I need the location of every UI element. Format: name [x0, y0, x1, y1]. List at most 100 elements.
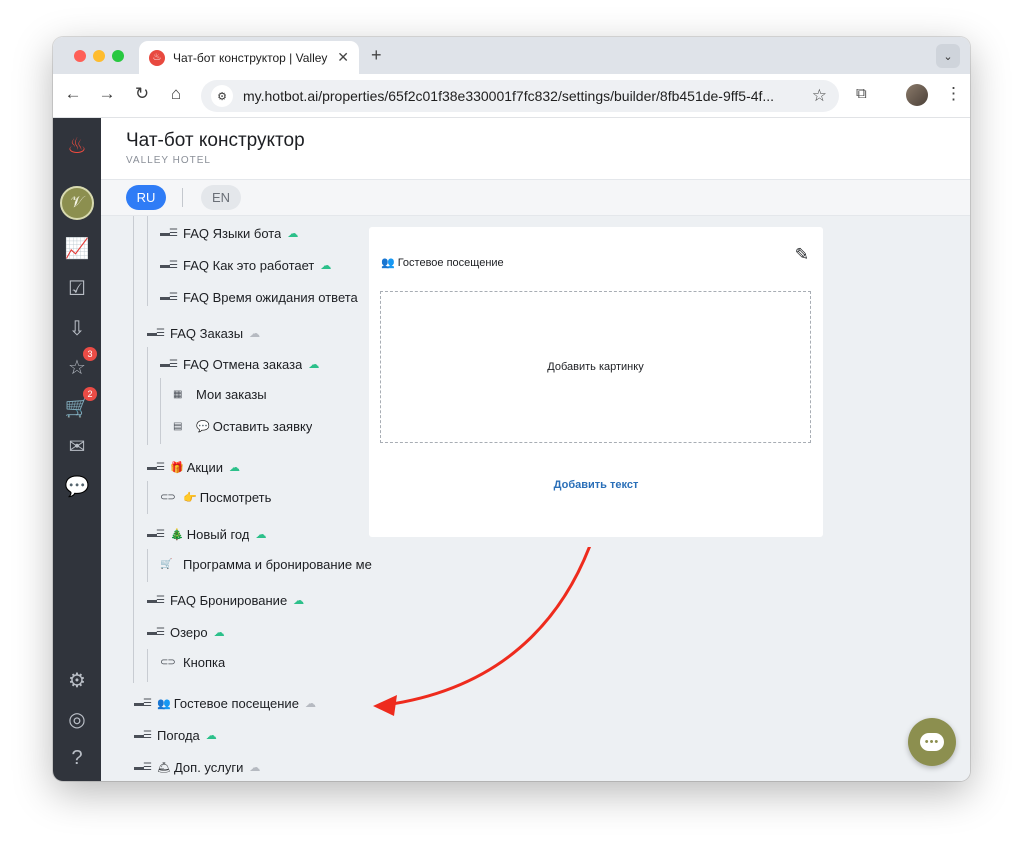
tree-guide-line	[147, 216, 148, 306]
hotbot-logo-icon[interactable]: ♨	[63, 132, 91, 160]
menu-block-icon: ▬☰	[160, 228, 178, 239]
people-icon: 👥	[381, 257, 395, 269]
annotation-arrowhead	[373, 695, 397, 716]
christmas-tree-icon: 🎄	[170, 529, 184, 541]
gift-icon: 🎁	[170, 462, 184, 474]
tree-node-leave-request[interactable]: ▤ 💬 Оставить заявку	[173, 419, 312, 434]
tree-node-my-orders[interactable]: ▦ Мои заказы	[173, 387, 267, 402]
tree-node-faq-booking[interactable]: ▬☰ FAQ Бронирование ☁	[147, 593, 304, 608]
help-question-icon[interactable]: ?	[63, 744, 91, 772]
tree-node-view[interactable]: ⊂⊃ 👉 Посмотреть	[160, 490, 271, 505]
tree-guide-line	[133, 216, 134, 683]
link-icon: ⊂⊃	[160, 657, 176, 668]
bell-icon: 🛎	[157, 762, 171, 774]
inbox-download-icon[interactable]: ⇩	[63, 314, 91, 342]
lang-ru-button[interactable]: RU	[126, 185, 166, 210]
ai-brain-icon: ☁	[308, 359, 320, 371]
tree-node-weather[interactable]: ▬☰ Погода ☁	[134, 728, 217, 743]
site-settings-icon[interactable]: ⚙	[211, 85, 233, 107]
extensions-puzzle-icon[interactable]: ⧉	[856, 85, 867, 102]
menu-block-icon: ▬☰	[160, 292, 178, 303]
link-icon: ⊂⊃	[160, 492, 176, 503]
menu-block-icon: ▬☰	[147, 462, 165, 473]
tree-node-faq-orders[interactable]: ▬☰ FAQ Заказы ☁	[147, 326, 260, 341]
tab-title: Чат-бот конструктор | Valley Hotel	[173, 50, 331, 65]
tree-node-guest-visit[interactable]: ▬☰ 👥 Гостевое посещение ☁	[134, 696, 316, 711]
tree-node-extra-services[interactable]: ▬☰ 🛎 Доп. услуги ☁	[134, 760, 260, 775]
address-bar[interactable]: ⚙ my.hotbot.ai/properties/65f2c01f38e330…	[201, 80, 839, 112]
bookmark-star-icon[interactable]: ☆	[812, 86, 827, 106]
ai-brain-off-icon: ☁	[304, 698, 316, 710]
ai-brain-off-icon: ☁	[249, 762, 261, 774]
home-button[interactable]: ⌂	[164, 84, 188, 104]
browser-menu-icon[interactable]: ⋮	[945, 84, 962, 104]
people-icon: 👥	[157, 698, 171, 710]
edit-pencil-icon[interactable]: ✎	[795, 245, 809, 265]
menu-block-icon: ▬☰	[160, 359, 178, 370]
page-subtitle: VALLEY HOTEL	[126, 155, 211, 166]
app-sidebar: ♨ 𝒱 📈 ☑ ⇩ ☆ 3 🛒 2 ✉ 💬 ⚙ ◎ ?	[53, 118, 101, 781]
chat-widget-button[interactable]: •••	[908, 718, 956, 766]
ai-brain-off-icon: ☁	[249, 328, 261, 340]
ai-brain-icon: ☁	[213, 627, 225, 639]
orders-cart-icon[interactable]: 🛒 2	[63, 387, 97, 421]
ai-brain-icon: ☁	[320, 260, 332, 272]
card-title: 👥 Гостевое посещение	[381, 257, 504, 269]
profile-avatar[interactable]	[906, 84, 928, 106]
account-user-icon[interactable]: ◎	[63, 705, 91, 733]
orders-badge: 2	[83, 387, 97, 401]
new-tab-button[interactable]: +	[371, 45, 382, 66]
lang-divider	[182, 188, 183, 207]
tree-node-faq-languages[interactable]: ▬☰ FAQ Языки бота ☁	[160, 226, 298, 241]
add-text-link[interactable]: Добавить текст	[369, 479, 823, 491]
ai-brain-icon: ☁	[255, 529, 267, 541]
settings-gear-icon[interactable]: ⚙	[63, 666, 91, 694]
browser-toolbar: ← → ↻ ⌂ ⚙ my.hotbot.ai/properties/65f2c0…	[53, 74, 970, 118]
menu-block-icon: ▬☰	[147, 328, 165, 339]
menu-block-icon: ▬☰	[134, 730, 152, 741]
lang-en-button[interactable]: EN	[201, 185, 241, 210]
tree-guide-line	[147, 347, 148, 445]
tab-strip: ♨ Чат-бот конструктор | Valley Hotel ✕ +…	[53, 37, 970, 74]
tree-guide-line	[147, 481, 148, 514]
add-image-dropzone[interactable]: Добавить картинку	[380, 291, 811, 443]
reload-button[interactable]: ↻	[130, 84, 154, 104]
language-switcher: RU EN	[101, 180, 970, 216]
menu-block-icon: ▬☰	[134, 698, 152, 709]
chat-bubble-icon: •••	[920, 733, 944, 751]
maximize-window-button[interactable]	[112, 50, 124, 62]
add-image-label: Добавить картинку	[547, 361, 644, 373]
hotel-avatar[interactable]: 𝒱	[60, 186, 94, 220]
analytics-chart-icon[interactable]: 📈	[63, 234, 91, 262]
hotbot-favicon-icon: ♨	[149, 49, 165, 66]
close-window-button[interactable]	[74, 50, 86, 62]
tree-guide-line	[147, 549, 148, 582]
chat-message-icon[interactable]: 💬	[63, 472, 91, 500]
tasks-check-icon[interactable]: ☑	[63, 274, 91, 302]
menu-block-icon: ▬☰	[147, 529, 165, 540]
forward-button[interactable]: →	[95, 84, 119, 104]
tab-close-icon[interactable]: ✕	[337, 49, 349, 66]
menu-block-icon: ▬☰	[160, 260, 178, 271]
url-text[interactable]: my.hotbot.ai/properties/65f2c01f38e33000…	[243, 88, 803, 104]
tree-node-promos[interactable]: ▬☰ 🎁 Акции ☁	[147, 460, 240, 475]
tree-node-faq-wait[interactable]: ▬☰ FAQ Время ожидания ответа	[160, 290, 358, 305]
pointing-hand-icon: 👉	[183, 492, 197, 504]
mail-envelope-icon[interactable]: ✉	[63, 432, 91, 460]
tab-search-button[interactable]: ⌄	[936, 44, 960, 68]
minimize-window-button[interactable]	[93, 50, 105, 62]
cart-icon: 🛒	[160, 559, 172, 570]
back-button[interactable]: ←	[61, 84, 85, 104]
page-header: Чат-бот конструктор VALLEY HOTEL	[101, 118, 970, 180]
flow-tree: ▬☰ FAQ Языки бота ☁ ▬☰ FAQ Как это работ…	[101, 216, 411, 781]
tree-node-lake[interactable]: ▬☰ Озеро ☁	[147, 625, 225, 640]
tree-node-button[interactable]: ⊂⊃ Кнопка	[160, 655, 225, 670]
browser-tab[interactable]: ♨ Чат-бот конструктор | Valley Hotel ✕	[139, 41, 359, 74]
page-title: Чат-бот конструктор	[126, 130, 305, 151]
favorites-star-icon[interactable]: ☆ 3	[63, 347, 97, 381]
browser-window: ♨ Чат-бот конструктор | Valley Hotel ✕ +…	[53, 37, 970, 781]
tree-node-faq-cancel[interactable]: ▬☰ FAQ Отмена заказа ☁	[160, 357, 319, 372]
tree-node-faq-how[interactable]: ▬☰ FAQ Как это работает ☁	[160, 258, 331, 273]
tree-node-new-year[interactable]: ▬☰ 🎄 Новый год ☁	[147, 527, 266, 542]
annotation-arrow	[373, 547, 591, 716]
